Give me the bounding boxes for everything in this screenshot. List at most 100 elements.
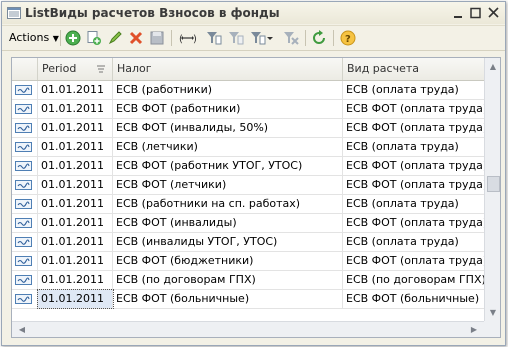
table-row[interactable]: 01.01.2011 ЕСВ ФОТ (больничные) ЕСВ ФОТ (б… [12, 289, 484, 309]
scroll-thumb[interactable] [487, 176, 500, 192]
period-cell[interactable]: 01.01.2011 [38, 100, 113, 118]
table-row[interactable]: 01.01.2011 ЕСВ ФОТ (работники) ЕСВ ФОТ (оп… [12, 100, 484, 119]
help-icon[interactable]: ? [340, 30, 356, 46]
calc-type-cell[interactable]: ЕСВ (оплата труда) [343, 138, 484, 156]
table-row[interactable]: 01.01.2011 ЕСВ (по договорам ГПХ) ЕСВ (по … [12, 271, 484, 290]
filter-dropdown-icon[interactable] [250, 30, 274, 46]
record-icon [15, 104, 32, 114]
table-row[interactable]: 01.01.2011 ЕСВ ФОТ (инвалиды) ЕСВ ФОТ (опл… [12, 214, 484, 233]
row-icon-cell [12, 119, 38, 137]
table-row[interactable]: 01.01.2011 ЕСВ ФОТ (летчики) ЕСВ ФОТ (опла… [12, 176, 484, 195]
period-cell[interactable]: 01.01.2011 [37, 289, 114, 309]
filter-icon[interactable] [206, 30, 222, 46]
calc-type-cell[interactable]: ЕСВ ФОТ (оплата труда) [343, 119, 484, 137]
period-cell[interactable]: 01.01.2011 [38, 214, 113, 232]
calc-type-cell[interactable]: ЕСВ ФОТ (оплата труда) [343, 252, 484, 270]
save-icon[interactable] [149, 30, 165, 46]
records-table[interactable]: Period Налог Вид расчета 01.01.2011 ЕСВ (… [11, 57, 501, 338]
table-row[interactable]: 01.01.2011 ЕСВ ФОТ (бюджетники) ЕСВ ФОТ (о… [12, 252, 484, 271]
column-header-calc-type[interactable]: Вид расчета [343, 58, 484, 80]
edit-icon[interactable] [107, 30, 123, 46]
tax-cell[interactable]: ЕСВ ФОТ (летчики) [113, 176, 343, 194]
period-cell[interactable]: 01.01.2011 [38, 233, 113, 251]
scrollbar-corner [484, 321, 500, 337]
period-cell[interactable]: 01.01.2011 [38, 81, 113, 99]
tax-cell[interactable]: ЕСВ ФОТ (работники) [113, 100, 343, 118]
title-bar[interactable]: ListВиды расчетов Взносов в фонды [2, 2, 505, 24]
table-row[interactable]: 01.01.2011 ЕСВ (работники на сп. работах)… [12, 195, 484, 214]
calc-type-cell[interactable]: ЕСВ (оплата труда) [343, 81, 484, 99]
column-header-tax[interactable]: Налог [113, 58, 343, 80]
calc-type-cell[interactable]: ЕСВ ФОТ (оплата труда) [343, 100, 484, 118]
window-title: ListВиды расчетов Взносов в фонды [25, 6, 280, 20]
calc-type-cell[interactable]: ЕСВ (по договорам ГПХ) [343, 271, 484, 289]
tax-cell[interactable]: ЕСВ (работники) [113, 81, 343, 99]
table-row[interactable]: 01.01.2011 ЕСВ (работники) ЕСВ (оплата тру… [12, 81, 484, 100]
minimize-icon[interactable] [451, 6, 466, 20]
tax-cell[interactable]: ЕСВ ФОТ (работник УТОГ, УТОС) [113, 157, 343, 175]
table-row[interactable]: 01.01.2011 ЕСВ ФОТ (инвалиды, 50%) ЕСВ ФОТ… [12, 119, 484, 138]
record-icon [15, 142, 32, 152]
record-icon [15, 180, 32, 190]
tax-cell[interactable]: ЕСВ ФОТ (бюджетники) [113, 252, 343, 270]
period-cell[interactable]: 01.01.2011 [38, 138, 113, 156]
row-icon-cell [12, 214, 38, 232]
clear-filter-icon[interactable] [283, 30, 299, 46]
scroll-right-icon[interactable]: ▶ [466, 325, 482, 334]
chevron-down-icon: ▼ [52, 34, 59, 43]
actions-menu-button[interactable]: Actions ▼ [5, 29, 63, 47]
period-cell[interactable]: 01.01.2011 [38, 271, 113, 289]
maximize-icon[interactable] [468, 6, 483, 20]
hierarchy-icon[interactable]: ( ) [178, 30, 198, 46]
calc-type-cell[interactable]: ЕСВ (оплата труда) [343, 195, 484, 213]
close-icon[interactable] [486, 6, 501, 20]
add-icon[interactable] [65, 30, 81, 46]
scroll-up-icon[interactable]: ▲ [485, 62, 500, 71]
record-icon [15, 199, 32, 209]
row-icon-cell [12, 138, 38, 156]
toolbar-separator [305, 30, 306, 46]
column-header-period[interactable]: Period [38, 58, 113, 80]
record-icon [15, 161, 32, 171]
list-form-icon [7, 7, 21, 19]
row-icon-cell [12, 100, 38, 118]
period-cell[interactable]: 01.01.2011 [38, 176, 113, 194]
period-cell[interactable]: 01.01.2011 [38, 195, 113, 213]
row-icon-cell [12, 271, 38, 289]
record-icon [15, 275, 32, 285]
filter-settings-icon[interactable] [228, 30, 244, 46]
tax-cell[interactable]: ЕСВ (инвалиды УТОГ, УТОС) [113, 233, 343, 251]
period-cell[interactable]: 01.01.2011 [38, 157, 113, 175]
period-cell[interactable]: 01.01.2011 [38, 119, 113, 137]
calc-type-cell[interactable]: ЕСВ ФОТ (оплата труда) [343, 214, 484, 232]
vertical-scrollbar[interactable]: ▲ ▼ [484, 58, 500, 321]
tax-cell[interactable]: ЕСВ (работники на сп. работах) [113, 195, 343, 213]
calc-type-cell[interactable]: ЕСВ ФОТ (оплата труда) [343, 176, 484, 194]
calc-type-cell[interactable]: ЕСВ (оплата труда) [343, 233, 484, 251]
row-icon-cell [12, 252, 38, 270]
tax-cell[interactable]: ЕСВ (по договорам ГПХ) [113, 271, 343, 289]
refresh-icon[interactable] [311, 30, 327, 46]
row-icon-cell [12, 157, 38, 175]
tax-cell[interactable]: ЕСВ ФОТ (инвалиды, 50%) [113, 119, 343, 137]
row-icon-cell [12, 290, 38, 308]
toolbar-separator [333, 30, 334, 46]
tax-cell[interactable]: ЕСВ ФОТ (инвалиды) [113, 214, 343, 232]
record-icon [15, 85, 32, 95]
toolbar-separator [60, 30, 61, 46]
scroll-left-icon[interactable]: ◀ [14, 325, 30, 334]
tax-cell[interactable]: ЕСВ ФОТ (больничные) [113, 290, 343, 308]
scroll-down-icon[interactable]: ▼ [485, 308, 500, 317]
calc-type-cell[interactable]: ЕСВ ФОТ (оплата труда) [343, 157, 484, 175]
delete-icon[interactable] [128, 30, 144, 46]
calc-type-cell[interactable]: ЕСВ ФОТ (больничные) [343, 290, 484, 308]
period-cell[interactable]: 01.01.2011 [38, 252, 113, 270]
header-icon-column [12, 58, 38, 80]
table-row[interactable]: 01.01.2011 ЕСВ (инвалиды УТОГ, УТОС) ЕСВ (… [12, 233, 484, 252]
table-row[interactable]: 01.01.2011 ЕСВ (летчики) ЕСВ (оплата труда… [12, 138, 484, 157]
record-icon [15, 237, 32, 247]
copy-icon[interactable] [86, 30, 102, 46]
horizontal-scrollbar[interactable]: ◀ ▶ [12, 321, 484, 337]
tax-cell[interactable]: ЕСВ (летчики) [113, 138, 343, 156]
table-row[interactable]: 01.01.2011 ЕСВ ФОТ (работник УТОГ, УТОС) Е… [12, 157, 484, 176]
